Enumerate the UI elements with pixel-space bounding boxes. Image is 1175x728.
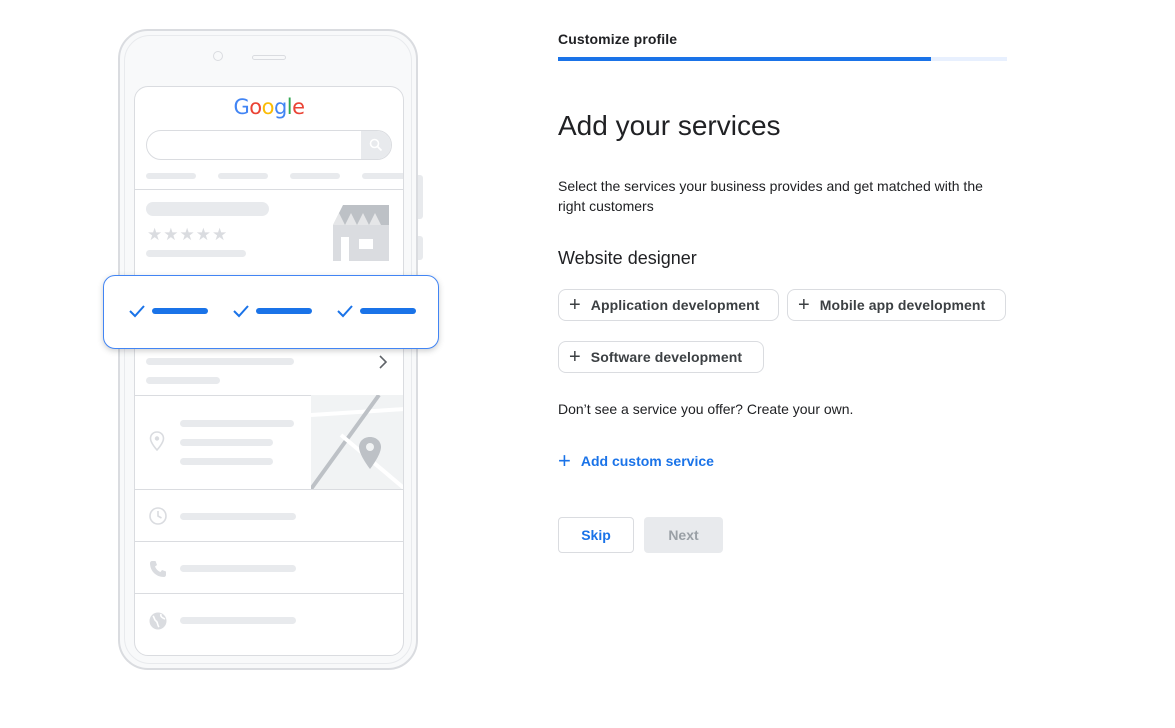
service-chip-application-development[interactable]: + Application development: [558, 289, 779, 321]
camera-icon: [213, 51, 223, 61]
highlight-checklist-card: [103, 275, 439, 349]
add-custom-service-label: Add custom service: [580, 453, 714, 469]
skip-button[interactable]: Skip: [558, 517, 634, 553]
next-button[interactable]: Next: [644, 517, 723, 553]
plus-icon: +: [558, 448, 571, 473]
phone-icon: [148, 559, 168, 579]
checklist-item: [336, 304, 416, 318]
phone-screen: Google ★★★★★: [134, 86, 404, 656]
progress-bar-fill: [558, 57, 931, 61]
custom-service-prompt: Don’t see a service you offer? Create yo…: [558, 401, 854, 417]
service-chip-mobile-app-development[interactable]: + Mobile app development: [787, 289, 1006, 321]
search-icon: [361, 131, 391, 159]
page-description: Select the services your business provid…: [558, 178, 983, 214]
phone-side-button: [418, 236, 423, 260]
plus-icon: +: [569, 294, 581, 316]
clock-icon: [148, 506, 168, 526]
step-label: Customize profile: [558, 31, 678, 47]
service-chip-label: Application development: [590, 297, 760, 313]
checklist-item: [128, 304, 208, 318]
service-chip-software-development[interactable]: + Software development: [558, 341, 764, 373]
phone-illustration: Google ★★★★★: [0, 0, 520, 728]
chevron-right-icon: [378, 355, 388, 369]
service-chip-label: Software development: [590, 349, 743, 365]
plus-icon: +: [798, 294, 810, 316]
plus-icon: +: [569, 346, 581, 368]
service-chip-label: Mobile app development: [819, 297, 986, 313]
phone-side-button: [418, 175, 423, 219]
location-pin-icon: [149, 431, 165, 451]
progress-bar: [558, 57, 1007, 61]
globe-icon: [148, 611, 168, 631]
page-title: Add your services: [558, 110, 781, 141]
checkmark-icon: [337, 305, 353, 318]
checklist-item: [232, 304, 312, 318]
add-custom-service-button[interactable]: + Add custom service: [558, 450, 714, 472]
checkmark-icon: [129, 305, 145, 318]
map-thumbnail: [311, 395, 403, 489]
speaker-grille: [252, 55, 286, 60]
rating-stars: ★★★★★: [147, 225, 229, 245]
illustration-search-bar: [146, 130, 392, 160]
checkmark-icon: [233, 305, 249, 318]
storefront-icon: [331, 205, 393, 261]
google-logo: Google: [233, 95, 305, 119]
business-category: Website designer: [558, 248, 697, 268]
